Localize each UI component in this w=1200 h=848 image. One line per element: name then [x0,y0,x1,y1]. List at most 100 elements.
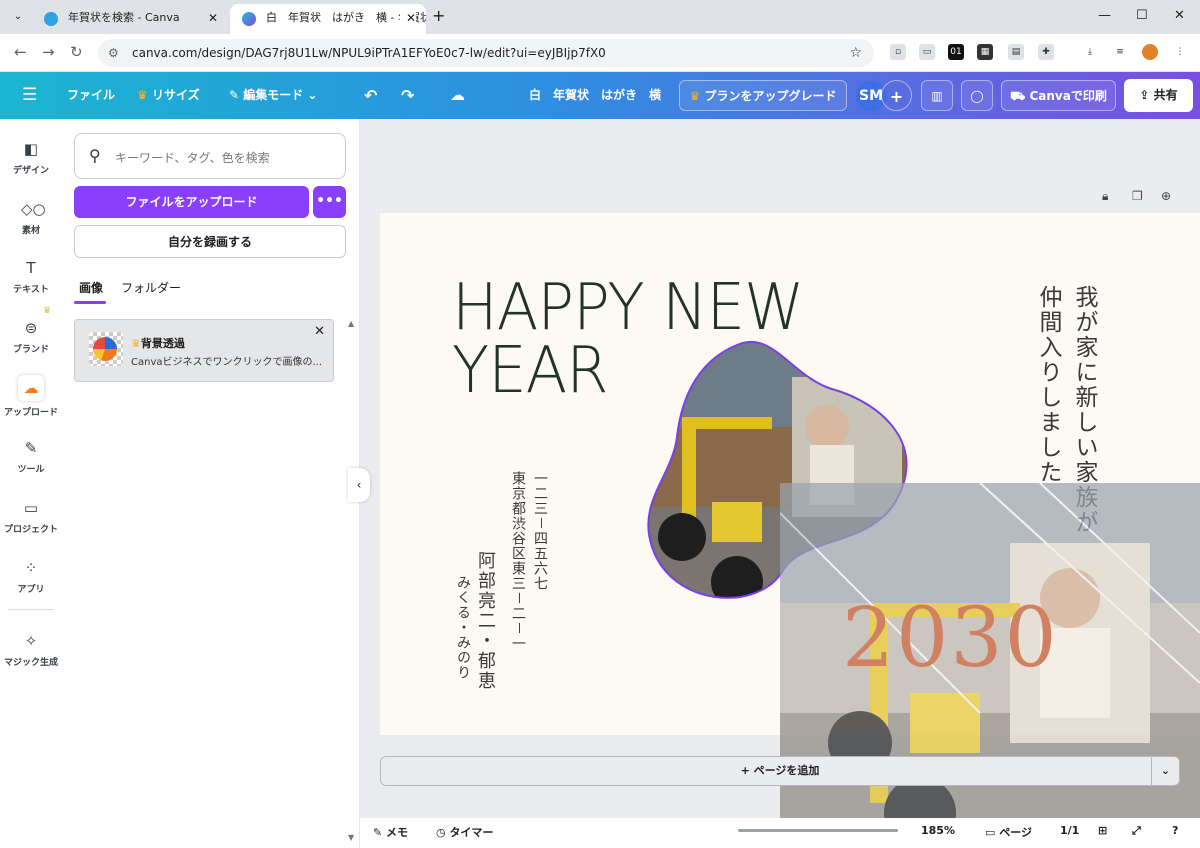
edit-mode-dropdown[interactable]: ✎ 編集モード ⌄ [229,72,317,119]
rail-item-tools[interactable]: ✎ ツール [0,418,62,476]
rail-item-text[interactable]: T テキスト [0,238,62,296]
panel-scrollbar[interactable]: ▲ ▼ [348,319,356,842]
rail-item-elements[interactable]: ◇○ 素材 [0,179,62,237]
share-button[interactable]: ⇪ 共有 [1124,79,1193,112]
tab-images[interactable]: 画像 [79,279,103,296]
address-bar-row: ← → ↻ ⚙ canva.com/design/DAG7rj8U1Lw/NPU… [0,34,1200,72]
rail-item-design[interactable]: ◧ デザイン [0,119,62,177]
search-icon: ⚲ [89,146,101,165]
minimize-icon[interactable]: — [1098,8,1111,23]
folder-icon: ▭ [23,499,39,517]
rail-label: アプリ [17,585,45,595]
more-options-button[interactable]: ••• [313,186,346,218]
redo-icon[interactable]: ↷ [401,72,414,119]
scroll-up-icon[interactable]: ▲ [348,319,354,328]
print-with-canva-button[interactable]: ⛟ Canvaで印刷 [1001,80,1116,111]
extension-01-icon[interactable]: 01 [948,44,964,60]
active-tab-underline [74,301,106,304]
rail-item-upload[interactable]: ☁ アップロード [0,358,62,418]
browser-tab-1[interactable]: 年賀状を検索 - Canva ✕ [32,4,228,34]
new-tab-icon[interactable]: + [432,6,445,25]
forward-icon[interactable]: → [42,43,55,61]
close-tab-icon[interactable]: ✕ [399,4,416,32]
back-icon[interactable]: ← [14,43,27,61]
rail-label: デザイン [12,166,49,176]
tab-search-button[interactable]: ⌄ [8,7,28,27]
scroll-down-icon[interactable]: ▼ [348,833,354,842]
beach-ball-image [93,337,117,361]
rail-item-brand[interactable]: ⊜ ブランド ♛ [0,298,62,356]
profile-avatar-icon[interactable] [1142,44,1158,60]
tab-folders[interactable]: フォルダー [121,279,181,296]
design-title[interactable]: 白 年賀状 はがき 横 [529,72,661,119]
record-yourself-button[interactable]: 自分を録画する [74,225,346,258]
reload-icon[interactable]: ↻ [70,43,83,61]
browser-tab-strip: ⌄ 年賀状を検索 - Canva ✕ 白 年賀状 はがき 横 - 年賀状 ✕ +… [0,0,1200,34]
rail-item-magic[interactable]: ✧ マジック生成 [0,611,62,669]
tools-icon: ✎ [24,439,38,457]
fullscreen-icon[interactable]: ⤢ [1132,824,1141,838]
pages-label: ページ [999,826,1033,839]
add-page-button[interactable]: + ページを追加 ⌄ [380,756,1180,786]
postal-code: 一二三－四五六七 [532,471,548,591]
upgrade-label: プランをアップグレード [704,89,837,103]
rail-label: ツール [17,465,45,475]
file-menu-button[interactable]: ファイル [67,72,115,119]
upgrade-plan-button[interactable]: ♛ プランをアップグレード [679,80,847,111]
add-collaborator-button[interactable]: + [881,80,912,111]
lock-icon[interactable]: 🔒︎ [1102,189,1108,204]
close-tab-icon[interactable]: ✕ [208,4,218,32]
bookmark-star-icon[interactable]: ☆ [849,39,862,67]
overlay-photo[interactable]: 2030 [780,483,1200,848]
bottom-toolbar: ✎ メモ ◷ タイマー 185% ▭ ページ 1/1 ⊞ ⤢ ? [360,818,1200,848]
rail-label: アップロード [3,408,58,418]
background-remover-promo[interactable]: ♛背景透過 Canvaビジネスでワンクリックで画像の... ✕ [74,319,334,382]
cloud-sync-icon[interactable]: ☁ [450,72,465,119]
sender-names[interactable]: 阿部亮二・郁恵 みくる・みのり [452,551,496,691]
close-window-icon[interactable]: ✕ [1174,8,1185,23]
chevron-down-icon[interactable]: ⌄ [1151,757,1179,785]
site-info-icon[interactable]: ⚙ [108,39,119,67]
duplicate-page-icon[interactable]: ❐ [1132,189,1143,203]
left-rail: ◧ デザイン ◇○ 素材 T テキスト ⊜ ブランド ♛ ☁ アップロード ✎ ツール ▭ プロ… [0,119,62,848]
rail-item-apps[interactable]: ⁘ アプリ [0,538,62,596]
hamburger-icon[interactable]: ☰ [22,72,37,119]
download-icon[interactable]: ⤓ [1082,44,1098,60]
extension-bookmark-icon[interactable]: ▫ [890,44,906,60]
extension-cast-icon[interactable]: ▭ [919,44,935,60]
pages-button[interactable]: ▭ ページ [985,824,1032,840]
upload-icon: ☁ [18,375,44,401]
maximize-icon[interactable]: ☐ [1136,8,1148,23]
resize-button[interactable]: ♛ リサイズ [137,72,200,119]
close-icon[interactable]: ✕ [314,324,325,339]
notes-button[interactable]: ✎ メモ [373,824,408,840]
extension-qr-icon[interactable]: ▦ [977,44,993,60]
rail-item-projects[interactable]: ▭ プロジェクト [0,478,62,536]
add-page-label: + ページを追加 [740,764,820,777]
url-field[interactable]: ⚙ canva.com/design/DAG7rj8U1Lw/NPUL9iPTr… [98,39,874,67]
extension-screen-icon[interactable]: ▤ [1008,44,1024,60]
extensions-puzzle-icon[interactable]: ✚ [1038,44,1054,60]
media-control-icon[interactable]: ≡ [1112,44,1128,60]
add-page-icon[interactable]: ⊕ [1161,189,1171,203]
address-text[interactable]: 一二三－四五六七 東京都渋谷区東三－二－一 [507,471,551,651]
grid-view-icon[interactable]: ⊞ [1098,824,1107,837]
rail-divider [8,609,54,610]
comments-button[interactable]: ◯ [961,80,993,111]
promo-title: ♛背景透過 [131,335,185,351]
undo-icon[interactable]: ↶ [364,72,377,119]
uploads-panel: ⚲ キーワード、タグ、色を検索 ファイルをアップロード ••• 自分を録画する … [62,119,360,848]
timer-button[interactable]: ◷ タイマー [436,824,493,840]
collapse-panel-button[interactable]: ‹ [348,468,370,502]
insights-button[interactable]: ▥ [921,80,953,111]
search-input[interactable]: ⚲ キーワード、タグ、色を検索 [74,133,346,179]
upload-files-button[interactable]: ファイルをアップロード [74,186,309,218]
browser-tab-2[interactable]: 白 年賀状 はがき 横 - 年賀状 ✕ [230,4,426,34]
year-text[interactable]: 2030 [842,591,1059,686]
zoom-slider[interactable] [738,829,898,832]
promo-thumbnail [89,332,123,366]
help-icon[interactable]: ? [1172,824,1178,837]
zoom-level[interactable]: 185% [921,824,955,837]
browser-menu-icon[interactable]: ⋮ [1172,44,1188,60]
magic-icon: ✧ [24,632,38,650]
